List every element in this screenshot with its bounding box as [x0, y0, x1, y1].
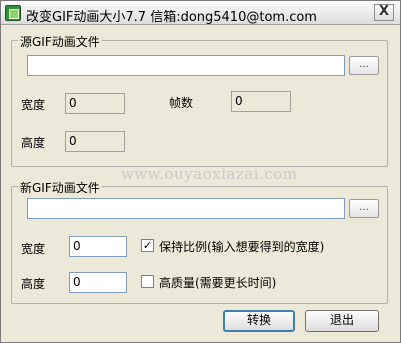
- source-path-input[interactable]: [27, 55, 345, 76]
- target-path-input[interactable]: [27, 198, 345, 219]
- source-height-field: 0: [65, 131, 125, 152]
- title-bar[interactable]: 改变GIF动画大小7.7 信箱:dong5410@tom.com X: [1, 1, 400, 25]
- window-title: 改变GIF动画大小7.7 信箱:dong5410@tom.com: [26, 10, 317, 25]
- target-width-input[interactable]: 0: [69, 236, 127, 257]
- source-group-label: 源GIF动画文件: [18, 33, 102, 50]
- source-frames-field: 0: [231, 91, 291, 112]
- keep-ratio-label[interactable]: 保持比例(输入想要得到的宽度): [159, 238, 324, 255]
- high-quality-label[interactable]: 高质量(需要更长时间): [159, 274, 276, 291]
- target-group-label: 新GIF动画文件: [18, 179, 102, 196]
- convert-button[interactable]: 转换: [223, 310, 295, 332]
- target-height-input[interactable]: 0: [69, 272, 127, 293]
- close-button[interactable]: X: [374, 4, 394, 21]
- target-width-label: 宽度: [21, 242, 46, 256]
- keep-ratio-checkbox[interactable]: ✓: [141, 239, 154, 252]
- source-width-label: 宽度: [21, 98, 46, 112]
- high-quality-checkbox[interactable]: [141, 275, 154, 288]
- target-browse-button[interactable]: ...: [349, 199, 379, 218]
- app-icon: [5, 5, 21, 21]
- source-width-field: 0: [65, 93, 125, 114]
- source-height-label: 高度: [21, 136, 46, 150]
- exit-button[interactable]: 退出: [305, 310, 379, 332]
- target-height-label: 高度: [21, 277, 46, 291]
- app-window: 改变GIF动画大小7.7 信箱:dong5410@tom.com X 源GIF动…: [0, 0, 401, 343]
- source-frames-label: 帧数: [169, 96, 194, 110]
- watermark-text: www.ouyaoxiazai.com: [121, 165, 298, 183]
- source-browse-button[interactable]: ...: [349, 56, 379, 75]
